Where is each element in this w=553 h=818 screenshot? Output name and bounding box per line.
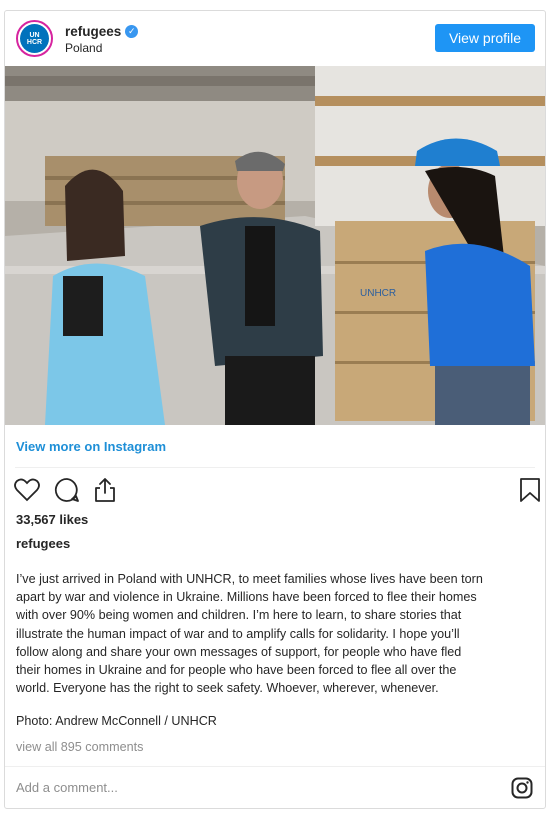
caption-text: I’ve just arrived in Poland with UNHCR, …	[16, 570, 534, 697]
post-photo[interactable]: UNHCR	[5, 66, 545, 425]
caption-line: follow along and share your own messages…	[16, 644, 462, 659]
box-label: UNHCR	[360, 288, 396, 299]
comment-icon[interactable]	[53, 476, 81, 504]
caption-username[interactable]: refugees	[16, 536, 70, 551]
view-more-link[interactable]: View more on Instagram	[16, 439, 166, 454]
comment-bar: Add a comment...	[5, 766, 545, 809]
caption-line: their homes in Ukraine and for people wh…	[16, 663, 457, 678]
divider	[15, 467, 535, 468]
caption-line: illustrate the human impact of war and t…	[16, 626, 460, 641]
caption-line: world. Everyone has the right to seek sa…	[16, 681, 439, 696]
location[interactable]: Poland	[65, 41, 102, 55]
photo-of-three-people-in-warehouse: UNHCR	[5, 66, 545, 425]
bookmark-icon[interactable]	[516, 476, 544, 504]
photo-credit: Photo: Andrew McConnell / UNHCR	[16, 714, 217, 728]
likes-count[interactable]: 33,567 likes	[16, 512, 88, 527]
instagram-embed-card: UN HCR refugees ✓ Poland View profile UN…	[4, 10, 546, 809]
instagram-logo-icon[interactable]	[511, 777, 533, 799]
view-comments-link[interactable]: view all 895 comments	[16, 740, 143, 754]
comment-input[interactable]: Add a comment...	[16, 780, 118, 795]
verified-badge-icon: ✓	[125, 25, 139, 38]
caption-line: apart by war and violence in Ukraine. Mi…	[16, 590, 477, 605]
unhcr-logo-icon: UN HCR	[20, 24, 49, 53]
action-bar	[13, 476, 541, 506]
post-header: UN HCR refugees ✓ Poland View profile	[5, 11, 545, 66]
caption-line: with over 90% being women and children. …	[16, 608, 462, 623]
username[interactable]: refugees	[65, 24, 121, 39]
heart-icon[interactable]	[13, 476, 41, 504]
avatar-text-bottom: HCR	[26, 38, 43, 46]
view-profile-button[interactable]: View profile	[435, 24, 535, 52]
share-icon[interactable]	[91, 476, 119, 504]
caption-line: I’ve just arrived in Poland with UNHCR, …	[16, 572, 483, 586]
username-row: refugees ✓	[65, 24, 139, 39]
avatar-text-top: UN	[29, 31, 40, 39]
avatar[interactable]: UN HCR	[16, 20, 53, 57]
